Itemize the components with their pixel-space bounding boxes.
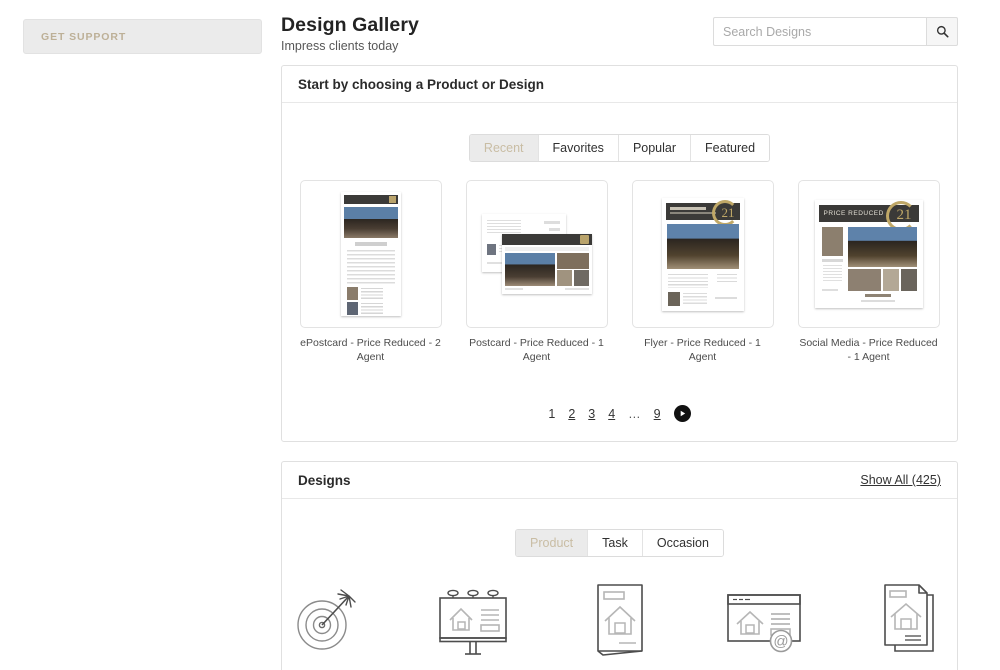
design-item: ePostcard - Price Reduced - 2 Agent (299, 180, 442, 364)
design-thumbnail-grid: ePostcard - Price Reduced - 2 Agent Post… (282, 180, 957, 364)
design-thumbnail-social[interactable]: PRICE REDUCED 21 (797, 180, 940, 328)
design-item: PRICE REDUCED 21 Social Media - Price Re… (797, 180, 940, 364)
category-target[interactable] (282, 579, 372, 665)
page-1[interactable]: 1 (548, 407, 555, 421)
design-thumbnail-epostcard[interactable] (299, 180, 442, 328)
category-billboard[interactable] (428, 579, 518, 665)
tab-task[interactable]: Task (588, 530, 643, 556)
search-icon (936, 25, 949, 38)
next-page-button[interactable] (673, 405, 691, 423)
product-panel-title: Start by choosing a Product or Design (298, 76, 545, 92)
category-email[interactable]: @ (721, 579, 811, 665)
design-item: 21 Flyer - Price Reduced - 1 Agent (631, 180, 774, 364)
email-browser-icon: @ (724, 584, 808, 661)
page-9[interactable]: 9 (654, 407, 661, 421)
page-4[interactable]: 4 (608, 407, 615, 421)
pagination-ellipsis: … (628, 406, 641, 421)
design-thumbnail-postcard[interactable] (465, 180, 608, 328)
design-caption: Flyer - Price Reduced - 1 Agent (644, 337, 761, 364)
tab-popular[interactable]: Popular (618, 135, 692, 161)
page-subtitle: Impress clients today (281, 39, 399, 54)
designs-tabs: Product Task Occasion (515, 529, 724, 557)
product-or-design-panel: Start by choosing a Product or Design Re… (281, 65, 958, 442)
flyer-document-icon (589, 581, 651, 664)
category-icon-row: @ (282, 579, 957, 665)
tab-featured[interactable]: Featured (691, 135, 770, 161)
design-caption: Postcard - Price Reduced - 1 Agent (469, 337, 604, 364)
product-tabs: Recent Favorites Popular Featured (468, 134, 771, 162)
design-thumbnail-flyer[interactable]: 21 (631, 180, 774, 328)
design-caption: ePostcard - Price Reduced - 2 Agent (300, 337, 441, 364)
product-tabs-row: Recent Favorites Popular Featured (282, 134, 957, 162)
sidebar: GET SUPPORT (0, 0, 270, 670)
tab-recent[interactable]: Recent (469, 135, 539, 161)
stacked-documents-icon (879, 581, 945, 664)
svg-text:@: @ (773, 633, 788, 650)
product-panel-header: Start by choosing a Product or Design (282, 66, 957, 103)
pagination: 1 2 3 4 … 9 (282, 405, 957, 423)
category-stacked-docs[interactable] (867, 579, 957, 665)
play-next-icon (678, 405, 687, 423)
get-support-button[interactable]: GET SUPPORT (23, 19, 262, 54)
billboard-icon (435, 584, 511, 661)
tab-favorites[interactable]: Favorites (538, 135, 619, 161)
show-all-link[interactable]: Show All (425) (860, 473, 941, 487)
designs-tabs-row: Product Task Occasion (282, 529, 957, 557)
designs-panel-title: Designs (298, 472, 351, 488)
designs-panel-header: Designs Show All (425) (282, 462, 957, 499)
tab-product[interactable]: Product (516, 530, 589, 556)
search-button[interactable] (926, 17, 958, 46)
target-arrow-icon (291, 584, 363, 661)
design-gallery-page: GET SUPPORT Design Gallery Impress clien… (0, 0, 1000, 670)
get-support-label: GET SUPPORT (41, 30, 127, 43)
designs-panel: Designs Show All (425) Product Task Occa… (281, 461, 958, 670)
search-input[interactable] (713, 17, 926, 46)
tab-occasion[interactable]: Occasion (642, 530, 723, 556)
page-2[interactable]: 2 (568, 407, 575, 421)
design-item: Postcard - Price Reduced - 1 Agent (465, 180, 608, 364)
category-flyer[interactable] (574, 579, 664, 665)
page-header: Design Gallery Impress clients today (281, 14, 419, 54)
search-bar (713, 17, 958, 46)
design-caption: Social Media - Price Reduced - 1 Agent (799, 337, 938, 364)
page-3[interactable]: 3 (588, 407, 595, 421)
page-title: Design Gallery (281, 14, 419, 36)
